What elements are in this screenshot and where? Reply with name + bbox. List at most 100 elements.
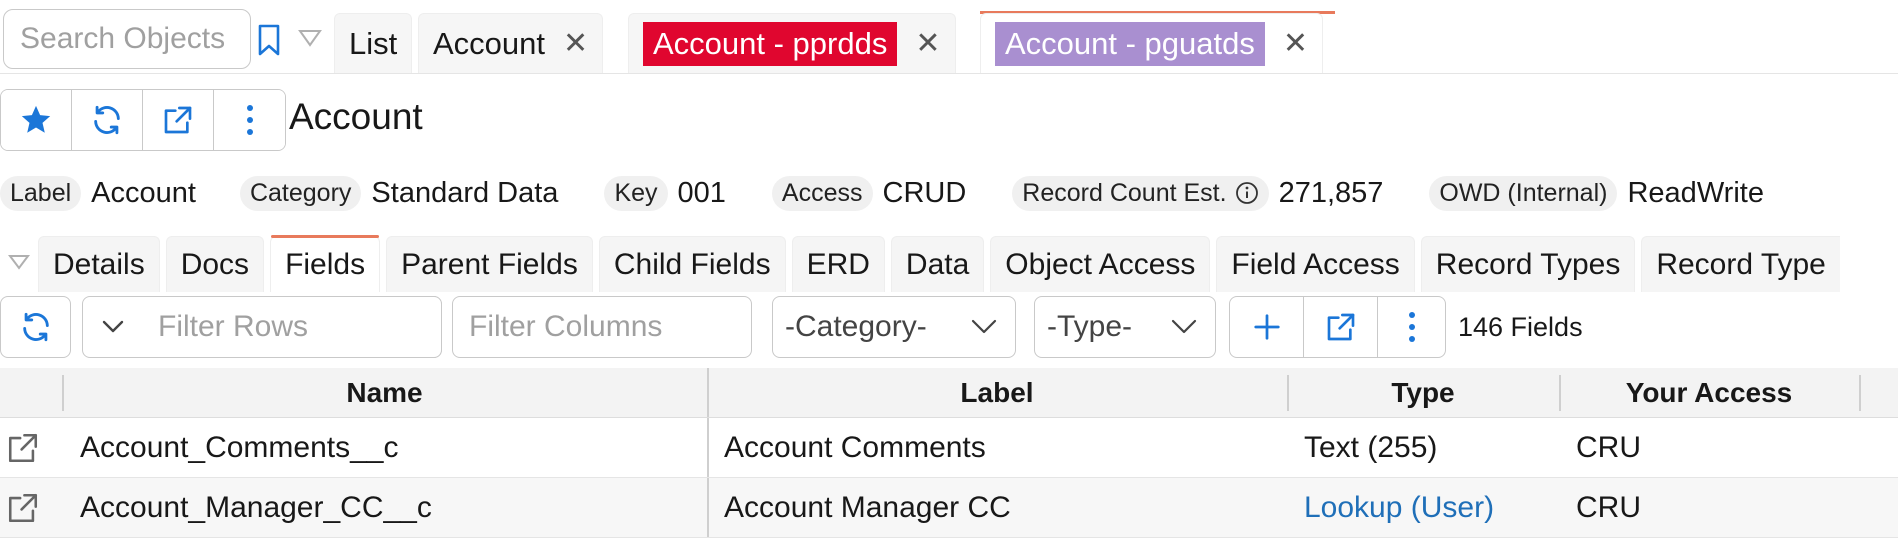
external-link-icon [164, 106, 192, 134]
tab-data[interactable]: Data [890, 236, 985, 292]
open-external-button[interactable] [143, 90, 214, 150]
header-your-access[interactable]: Your Access [1559, 368, 1859, 417]
info-record-count-value: 271,857 [1278, 176, 1384, 209]
table-header: Name Label Type Your Access [0, 368, 1898, 418]
filter-rows-input[interactable] [142, 296, 442, 358]
object-title: Account [289, 96, 423, 137]
tab-docs[interactable]: Docs [165, 236, 265, 292]
cell-type-link[interactable]: Lookup (User) [1304, 478, 1494, 537]
chevron-down-icon [1171, 319, 1197, 334]
category-select[interactable]: -Category- [772, 296, 1016, 358]
more-fields-actions-button[interactable] [1378, 297, 1445, 357]
tab-object-access[interactable]: Object Access [990, 236, 1211, 292]
column-separator [707, 478, 709, 537]
external-link-icon [1327, 313, 1354, 341]
favorite-button[interactable] [1, 90, 72, 150]
info-record-count-key-text: Record Count Est. [1022, 178, 1227, 207]
header-name[interactable]: Name [62, 368, 707, 417]
info-icon [1235, 182, 1258, 204]
close-icon[interactable]: ✕ [915, 28, 940, 59]
refresh-icon [22, 312, 49, 342]
info-owd-value: ReadWrite [1627, 176, 1764, 209]
object-subtabs: Details Docs Fields Parent Fields Child … [0, 232, 1898, 292]
tab-fields[interactable]: Fields [270, 235, 381, 292]
info-key-key: Key [604, 175, 668, 211]
star-icon [21, 105, 51, 133]
fields-toolbar: -Category- -Type- 146 Fields [0, 296, 1898, 360]
tab-account-pprdds-label: Account - pprdds [643, 21, 898, 66]
cell-name: Account_Comments__c [80, 430, 399, 464]
tab-details[interactable]: Details [38, 236, 160, 292]
close-icon[interactable]: ✕ [1283, 28, 1308, 59]
tab-field-access[interactable]: Field Access [1216, 236, 1415, 292]
cell-label: Account Manager CC [724, 490, 1011, 524]
object-action-group [0, 89, 286, 151]
info-label: Label Account [0, 175, 196, 211]
cell-name: Account_Manager_CC__c [80, 490, 432, 524]
type-select[interactable]: -Type- [1034, 296, 1216, 358]
tab-account-label: Account [433, 25, 546, 61]
info-record-count: Record Count Est. 271,857 [1012, 175, 1384, 211]
info-owd-key: OWD (Internal) [1429, 175, 1618, 211]
cell-your-access: CRU [1576, 430, 1641, 464]
object-info-row: Label Account Category Standard Data Key… [0, 172, 1810, 214]
category-select-value: -Category- [785, 310, 927, 343]
more-vertical-icon [1408, 312, 1415, 342]
table-row[interactable]: Account_Manager_CC__c Account Manager CC… [0, 478, 1898, 538]
plus-icon [1253, 314, 1280, 340]
filter-mode-dropdown[interactable] [83, 297, 143, 357]
header-label[interactable]: Label [707, 368, 1287, 417]
chevron-down-icon [102, 320, 123, 333]
column-separator [707, 418, 709, 477]
more-actions-button[interactable] [214, 90, 285, 150]
cell-type: Text (255) [1304, 430, 1438, 464]
info-access-key: Access [771, 175, 873, 211]
chevron-down-icon [971, 319, 997, 334]
refresh-icon [94, 105, 120, 135]
add-field-button[interactable] [1230, 297, 1304, 357]
tab-account[interactable]: Account ✕ [418, 13, 604, 73]
info-owd: OWD (Internal) ReadWrite [1429, 175, 1764, 211]
refresh-button[interactable] [72, 90, 143, 150]
open-external-fields-button[interactable] [1304, 297, 1378, 357]
tab-record-type-partial[interactable]: Record Type [1641, 236, 1840, 292]
top-tab-bar: List Account ✕ Account - pprdds ✕ Accoun… [0, 0, 1898, 74]
filter-caret-icon[interactable] [296, 26, 324, 50]
info-access-value: CRUD [882, 176, 967, 209]
bookmark-icon[interactable] [254, 22, 284, 58]
info-key-value: 001 [677, 176, 726, 209]
info-category-key: Category [239, 175, 362, 211]
tab-list-label: List [349, 25, 398, 61]
close-icon[interactable]: ✕ [563, 28, 588, 59]
info-label-value: Account [91, 176, 196, 209]
more-vertical-icon [246, 105, 253, 135]
tab-account-pguatds-label: Account - pguatds [995, 21, 1265, 66]
tab-erd[interactable]: ERD [791, 236, 885, 292]
tab-account-pprdds[interactable]: Account - pprdds ✕ [628, 13, 956, 73]
tab-record-types[interactable]: Record Types [1420, 236, 1636, 292]
filter-columns-input[interactable] [452, 296, 752, 358]
open-record-icon[interactable] [6, 418, 56, 477]
info-category: Category Standard Data [239, 175, 559, 211]
cell-your-access: CRU [1576, 490, 1641, 524]
column-separator[interactable] [1859, 375, 1861, 411]
cell-label: Account Comments [724, 430, 986, 464]
refresh-fields-button[interactable] [0, 296, 71, 358]
fields-count: 146 Fields [1458, 312, 1583, 342]
fields-table: Name Label Type Your Access Account_Comm… [0, 368, 1898, 538]
info-access: Access CRUD [771, 175, 967, 211]
tab-parent-fields[interactable]: Parent Fields [386, 236, 593, 292]
info-category-value: Standard Data [371, 176, 559, 209]
tab-account-pguatds[interactable]: Account - pguatds ✕ [980, 13, 1324, 73]
fields-action-group [1229, 296, 1446, 358]
table-row[interactable]: Account_Comments__c Account Comments Tex… [0, 418, 1898, 478]
tab-child-fields[interactable]: Child Fields [598, 236, 786, 292]
header-type[interactable]: Type [1287, 368, 1559, 417]
info-label-key: Label [0, 175, 82, 211]
subtabs-caret-icon[interactable] [0, 232, 38, 292]
open-record-icon[interactable] [6, 478, 56, 537]
tab-list[interactable]: List [334, 13, 413, 73]
search-objects-input[interactable] [3, 9, 251, 69]
info-key: Key 001 [604, 175, 726, 211]
type-select-value: -Type- [1047, 310, 1133, 343]
